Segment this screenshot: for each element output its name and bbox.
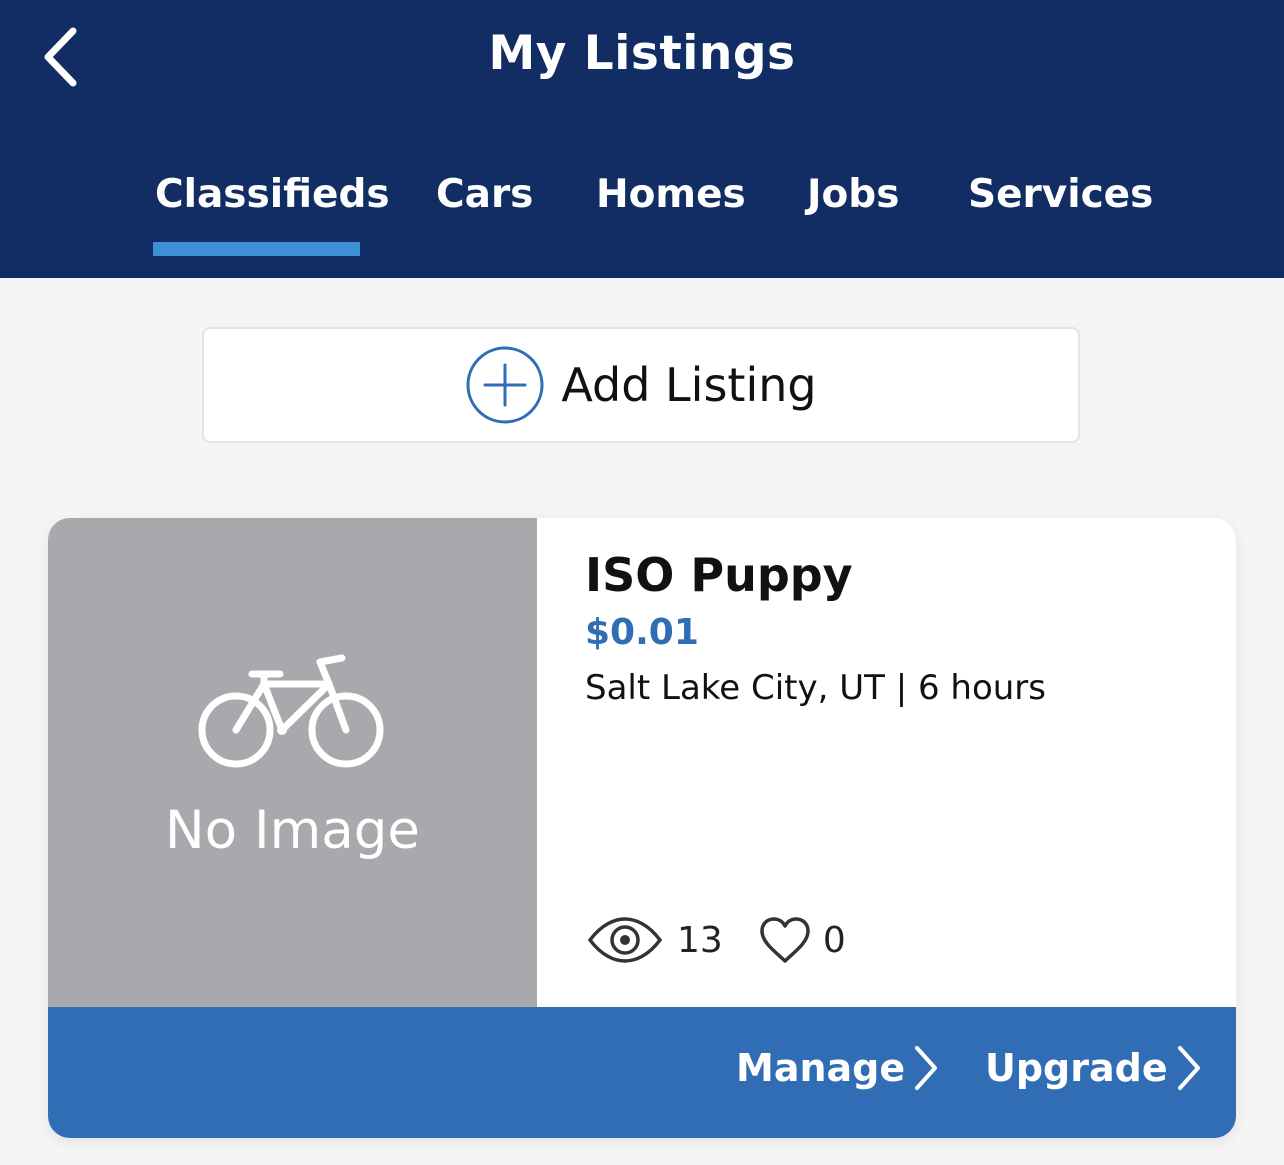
upgrade-button[interactable]: Upgrade: [985, 1045, 1202, 1091]
no-image-label: No Image: [165, 800, 420, 861]
listing-title[interactable]: ISO Puppy: [585, 548, 853, 602]
listing-image-placeholder: No Image: [48, 518, 537, 1007]
listing-actions-bar: Manage Upgrade: [48, 1007, 1236, 1138]
tab-jobs[interactable]: Jobs: [807, 172, 899, 217]
listing-card[interactable]: No Image ISO Puppy $0.01 Salt Lake City,…: [48, 518, 1236, 1138]
eye-icon: [587, 917, 663, 963]
heart-icon[interactable]: [759, 916, 811, 964]
plus-circle-icon: [466, 346, 544, 424]
app-header: My Listings Classifieds Cars Homes Jobs …: [0, 0, 1284, 278]
listing-price: $0.01: [585, 612, 699, 653]
like-count: 0: [822, 919, 846, 961]
upgrade-label: Upgrade: [985, 1046, 1168, 1090]
view-count: 13: [677, 919, 723, 961]
bicycle-icon: [198, 654, 384, 768]
chevron-right-icon: [1177, 1046, 1200, 1090]
tab-services[interactable]: Services: [968, 172, 1153, 217]
tab-cars[interactable]: Cars: [436, 172, 533, 217]
active-tab-indicator: [153, 242, 360, 256]
add-listing-label: Add Listing: [561, 358, 817, 412]
listing-location-time: Salt Lake City, UT | 6 hours: [585, 668, 1046, 708]
listing-stats: 13 0: [587, 910, 846, 970]
manage-button[interactable]: Manage: [736, 1045, 939, 1091]
listing-details: ISO Puppy $0.01 Salt Lake City, UT | 6 h…: [585, 518, 1236, 1007]
page-title: My Listings: [488, 26, 796, 81]
chevron-right-icon: [915, 1046, 938, 1090]
manage-label: Manage: [736, 1046, 906, 1090]
add-listing-button[interactable]: Add Listing: [202, 327, 1080, 443]
tab-homes[interactable]: Homes: [596, 172, 746, 217]
tab-classifieds[interactable]: Classifieds: [155, 172, 390, 217]
